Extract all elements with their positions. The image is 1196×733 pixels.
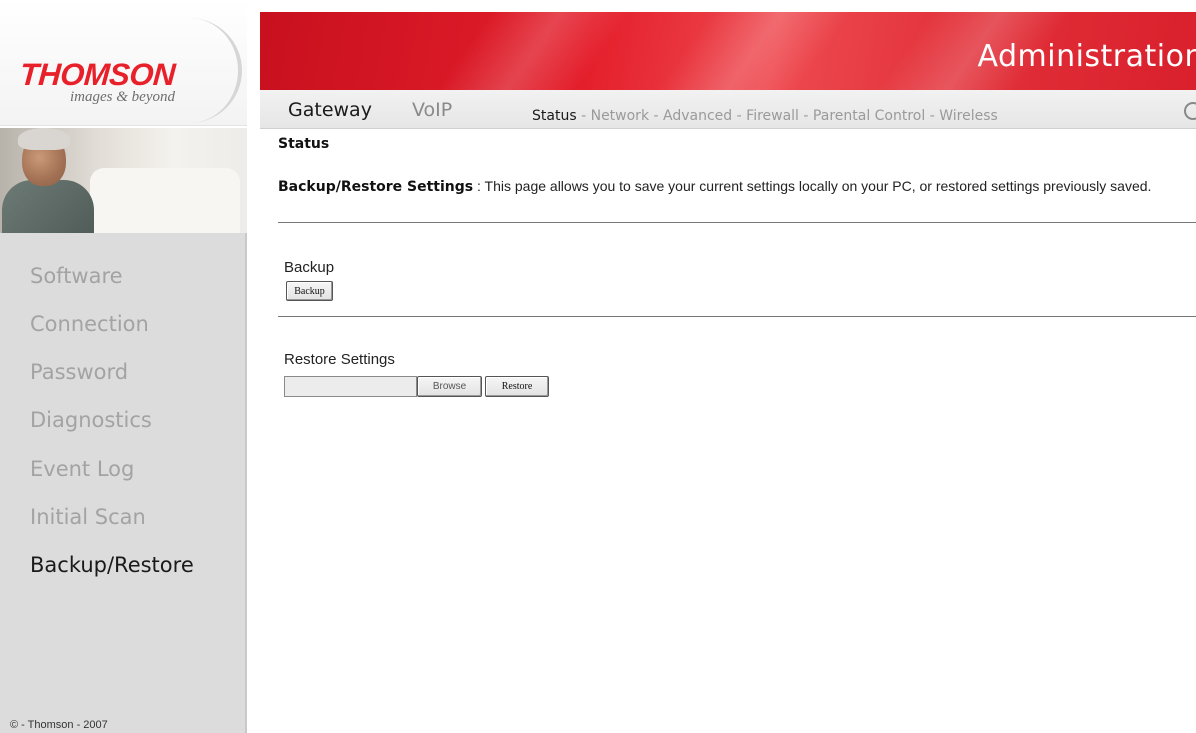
header-banner: Administration: [260, 12, 1196, 90]
banner-streak: [634, 12, 866, 90]
subnav-wireless[interactable]: Wireless: [939, 108, 998, 124]
subnav-separator: -: [653, 108, 659, 124]
refresh-icon[interactable]: [1184, 102, 1196, 120]
photo-sofa: [90, 168, 240, 233]
tab-voip[interactable]: VoIP: [412, 99, 452, 121]
sidebar-photo: [0, 128, 247, 233]
logo-tagline: images & beyond: [70, 89, 175, 105]
divider: [278, 222, 1196, 223]
tab-bar: Gateway VoIP Status - Network - Advanced…: [260, 90, 1196, 129]
subnav-separator: -: [581, 108, 587, 124]
photo-person-body: [2, 180, 94, 233]
main-content: Status Backup/Restore Settings : This pa…: [278, 128, 1196, 733]
page-title: Administration: [977, 39, 1196, 74]
sub-nav: Status - Network - Advanced - Firewall -…: [532, 108, 998, 124]
sidebar-item-event-log[interactable]: Event Log: [30, 457, 134, 481]
sidebar-item-connection[interactable]: Connection: [30, 312, 149, 336]
subnav-separator: -: [803, 108, 809, 124]
description-title: Backup/Restore Settings: [278, 179, 474, 195]
description-separator: :: [477, 178, 481, 194]
backup-label: Backup: [284, 259, 335, 276]
subnav-advanced[interactable]: Advanced: [663, 108, 732, 124]
subnav-separator: -: [929, 108, 935, 124]
subnav-parental-control[interactable]: Parental Control: [813, 108, 925, 124]
sidebar-nav: Software Connection Password Diagnostics…: [0, 233, 247, 733]
restore-button[interactable]: Restore: [485, 376, 549, 397]
browse-button[interactable]: Browse: [417, 376, 482, 397]
section-heading: Status: [278, 136, 330, 152]
copyright-text: © - Thomson - 2007: [10, 719, 108, 731]
sidebar-item-diagnostics[interactable]: Diagnostics: [30, 408, 152, 432]
subnav-network[interactable]: Network: [591, 108, 649, 124]
left-column: THOMSON images & beyond Software Connect…: [0, 0, 247, 733]
sidebar-item-initial-scan[interactable]: Initial Scan: [30, 505, 146, 529]
subnav-status[interactable]: Status: [532, 108, 577, 124]
sidebar-item-software[interactable]: Software: [30, 264, 123, 288]
sidebar-item-password[interactable]: Password: [30, 360, 128, 384]
page-description: Backup/Restore Settings : This page allo…: [278, 177, 1168, 197]
thomson-logo: THOMSON images & beyond: [0, 0, 247, 126]
subnav-separator: -: [736, 108, 742, 124]
restore-settings-label: Restore Settings: [284, 351, 395, 368]
sidebar-item-backup-restore[interactable]: Backup/Restore: [30, 553, 194, 577]
description-text: This page allows you to save your curren…: [484, 178, 1152, 194]
backup-button[interactable]: Backup: [286, 281, 333, 301]
logo-wordmark: THOMSON: [18, 57, 177, 92]
photo-person-hair: [18, 128, 70, 150]
banner-streak: [414, 12, 646, 90]
divider: [278, 316, 1196, 317]
tab-gateway[interactable]: Gateway: [288, 99, 372, 121]
subnav-firewall[interactable]: Firewall: [746, 108, 799, 124]
restore-file-input[interactable]: [284, 376, 417, 397]
